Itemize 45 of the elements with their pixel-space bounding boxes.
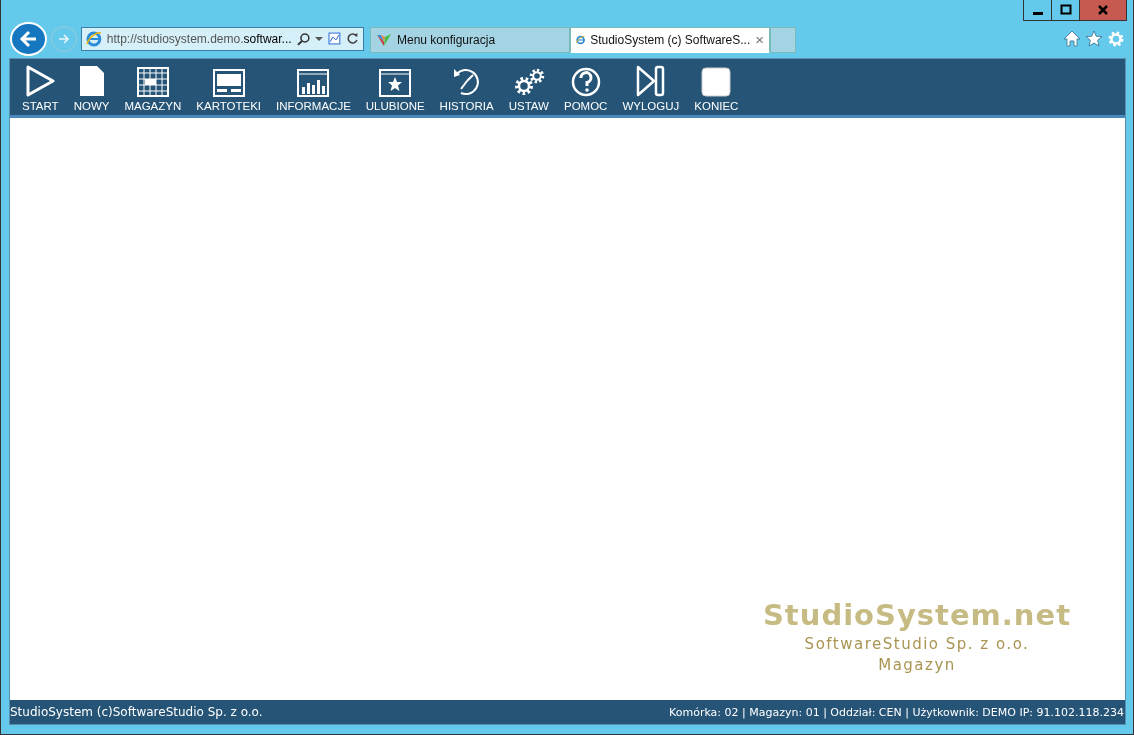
- close-icon: [1096, 4, 1110, 16]
- ie-icon: [86, 30, 102, 47]
- skip-end-icon: [635, 65, 666, 97]
- toolbar-button[interactable]: KARTOTEKI: [190, 69, 268, 115]
- bar-chart-window-icon: [297, 69, 330, 97]
- colorful-v-icon: [376, 31, 392, 48]
- address-bar[interactable]: http://studiosystem.demo.softwar...: [81, 26, 364, 51]
- search-icon[interactable]: [296, 31, 311, 46]
- square-icon: [701, 67, 732, 97]
- toolbar-button[interactable]: START: [16, 65, 65, 115]
- maximize-icon: [1058, 4, 1073, 16]
- minimize-icon: [1032, 11, 1043, 15]
- toolbar-button[interactable]: ULUBIONE: [359, 69, 431, 115]
- grid-icon: [136, 67, 169, 97]
- browser-tab[interactable]: Menu konfiguracja: [370, 26, 570, 53]
- toolbar-button[interactable]: POMOC: [557, 67, 614, 115]
- compatibility-icon[interactable]: [328, 32, 342, 45]
- refresh-icon[interactable]: [346, 32, 359, 45]
- session-info-text: Komórka: 02 | Magazyn: 01 | Oddział: CEN | Użytkownik: DEMO IP: 91.102.118.234: [669, 705, 1124, 719]
- toolbar-button[interactable]: HISTORIA: [433, 65, 500, 115]
- page-icon: [78, 65, 105, 97]
- close-button[interactable]: [1080, 0, 1126, 20]
- back-button[interactable]: [10, 21, 47, 56]
- browser-tab[interactable]: StudioSystem (c) SoftwareS... ×: [570, 26, 770, 53]
- toolbar-button[interactable]: INFORMACJE: [270, 69, 357, 115]
- left-arrow-icon: [18, 28, 39, 49]
- toolbar-button[interactable]: MAGAZYN: [118, 67, 188, 115]
- right-arrow-icon: [57, 31, 71, 46]
- toolbar-button[interactable]: WYLOGUJ: [616, 65, 686, 115]
- toolbar-button[interactable]: KONIEC: [688, 67, 745, 115]
- watermark-module: Magazyn: [878, 656, 956, 674]
- toolbar-button[interactable]: NOWY: [67, 65, 116, 115]
- watermark-company: SoftwareStudio Sp. z o.o.: [804, 635, 1030, 653]
- toolbar-button[interactable]: USTAW: [502, 67, 555, 115]
- url-text: http://studiosystem.demo.softwar...: [106, 31, 292, 46]
- copyright-text: StudioSystem (c)SoftwareStudio Sp. z o.o.: [10, 705, 263, 719]
- window-icon: [212, 69, 245, 97]
- star-window-icon: [379, 69, 412, 97]
- home-icon[interactable]: [1063, 30, 1081, 47]
- play-icon: [25, 65, 56, 97]
- watermark-title: StudioSystem.net: [763, 598, 1071, 632]
- favorites-star-icon[interactable]: [1085, 30, 1103, 47]
- help-icon: [570, 67, 601, 97]
- tab-close-button[interactable]: ×: [755, 31, 764, 48]
- dropdown-caret-icon[interactable]: [315, 35, 324, 42]
